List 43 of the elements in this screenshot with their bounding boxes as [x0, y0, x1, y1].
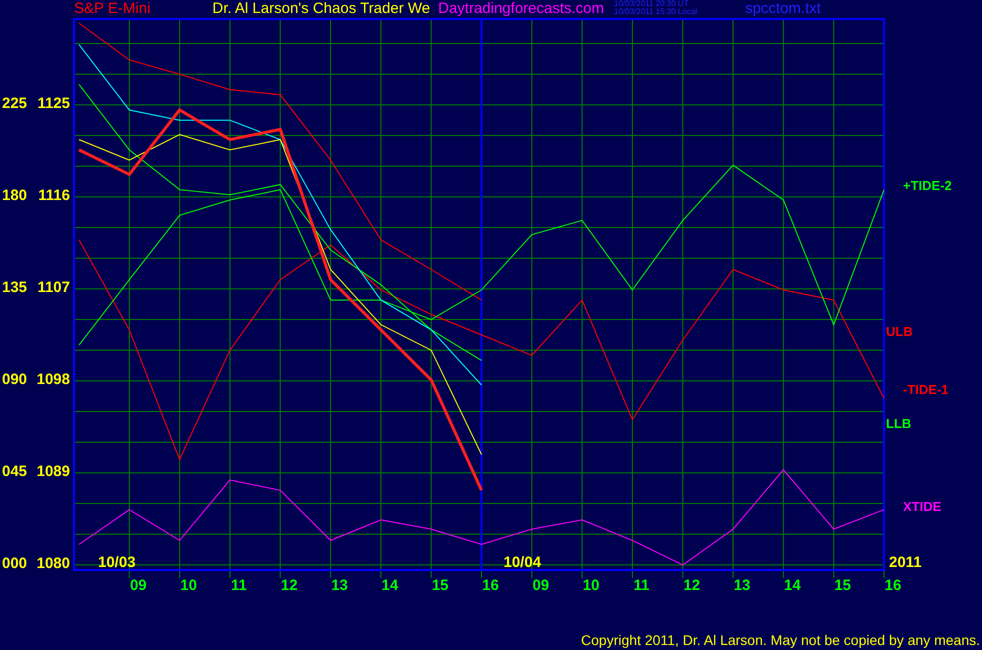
- line-label: LLB: [886, 416, 912, 431]
- x-axis-label: 13: [734, 577, 750, 594]
- y-axis-label: 1089: [36, 462, 70, 480]
- y-axis-label: 1125: [37, 94, 70, 112]
- scale-label: 180: [2, 186, 28, 204]
- scale-label: 225: [2, 94, 28, 112]
- x-axis-label: 16: [884, 577, 902, 594]
- timestamp: 10/03/2011 20:30 UT: [614, 0, 690, 8]
- y-axis-label: 1107: [37, 278, 70, 296]
- x-axis-label: 14: [382, 577, 398, 594]
- x-axis-label: 09: [130, 577, 147, 594]
- symbol-title: S&P E-Mini: [74, 0, 150, 18]
- scale-label: 135: [2, 278, 28, 296]
- x-axis-label: 15: [432, 577, 449, 594]
- site-title: Dr. Al Larson's Chaos Trader We: [212, 0, 430, 18]
- scale-label: 045: [2, 462, 28, 480]
- x-axis-label: 10: [180, 577, 197, 594]
- x-axis-label: 13: [331, 577, 348, 594]
- timestamp: 10/03/2011 15:30 Local: [614, 8, 698, 16]
- scale-label: 000: [2, 554, 28, 572]
- date-label: 10/03: [98, 554, 136, 571]
- line-label: ULB: [886, 324, 913, 339]
- y-axis-label: 1098: [36, 370, 70, 388]
- x-axis-label: 12: [683, 577, 700, 594]
- y-axis-label: 1080: [36, 554, 70, 572]
- x-axis-label: 09: [532, 577, 550, 594]
- x-axis-label: 15: [834, 577, 852, 594]
- x-axis-label: 11: [231, 577, 247, 594]
- site-url: Daytradingforecasts.com: [438, 0, 604, 18]
- x-axis-label: 10: [582, 577, 600, 594]
- x-axis-label: 14: [784, 577, 801, 594]
- file-name: spcctom.txt: [745, 0, 821, 18]
- line-label: XTIDE: [903, 499, 942, 514]
- year-label: 2011: [889, 554, 922, 571]
- copyright-text: Copyright 2011, Dr. Al Larson. May not be copied by any means.: [581, 632, 980, 648]
- date-label: 10/04: [504, 554, 542, 571]
- line-label: +TIDE-2: [903, 178, 952, 193]
- scale-label: 090: [2, 370, 28, 388]
- x-axis-label: 16: [482, 577, 499, 594]
- x-axis-label: 11: [634, 577, 650, 594]
- x-axis-label: 12: [280, 577, 298, 594]
- line-label: -TIDE-1: [903, 382, 948, 397]
- y-axis-label: 1116: [38, 186, 70, 204]
